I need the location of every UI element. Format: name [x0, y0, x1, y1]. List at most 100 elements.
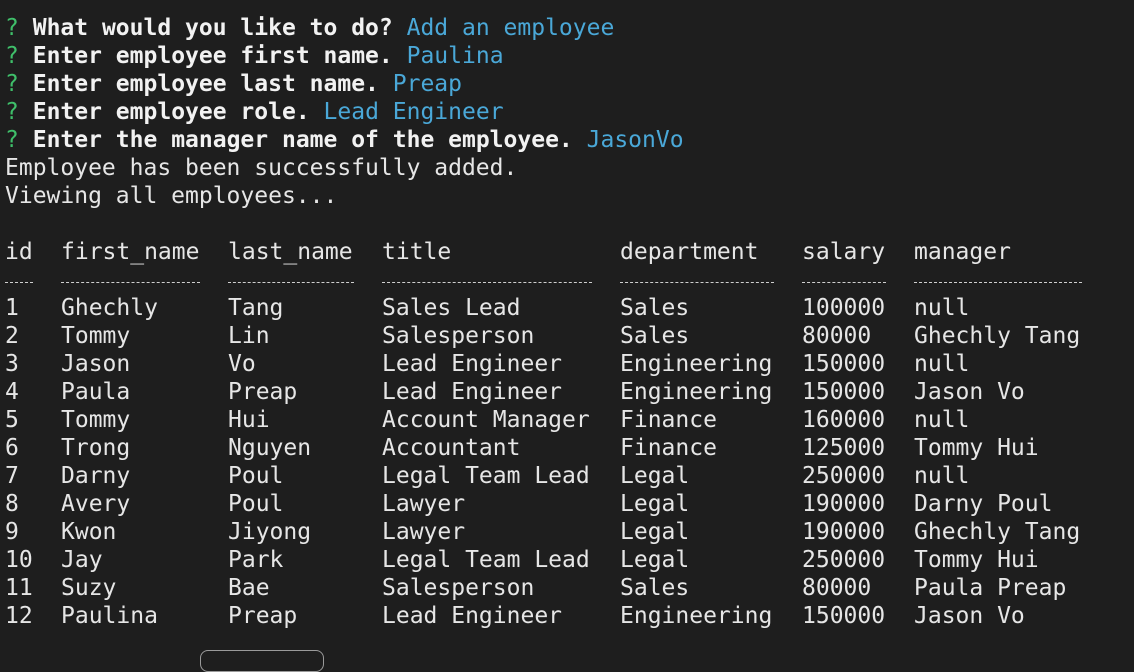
cell-salary: 80000: [802, 323, 872, 349]
cell-salary: 190000: [802, 491, 886, 517]
cell-salary: 150000: [802, 379, 886, 405]
column-header-id: id: [5, 239, 33, 265]
cell-manager: Jason Vo: [914, 379, 1025, 405]
prompt-question: Enter employee last name.: [32, 71, 379, 97]
cell-department: Sales: [620, 323, 690, 349]
cell-first-name: Paulina: [61, 603, 158, 629]
column-header-manager: manager: [914, 239, 1011, 265]
cell-id: 5: [5, 407, 19, 433]
table-row: 5 Tommy Hui Account Manager Finance 160000 nul…: [5, 406, 1129, 434]
cell-department: Engineering: [620, 379, 773, 405]
prompt-question: Enter employee role.: [32, 99, 310, 125]
column-header-last-name: last_name: [228, 239, 353, 265]
question-mark-icon: ?: [5, 99, 19, 125]
cell-department: Finance: [620, 407, 717, 433]
prompt-line: ? What would you like to do? Add an empl…: [5, 14, 1129, 42]
cell-salary: 125000: [802, 435, 886, 461]
cell-title: Accountant: [382, 435, 521, 461]
table-row: 11 Suzy Bae Salesperson Sales 80000 Paula Prea…: [5, 574, 1129, 602]
cell-last-name: Preap: [228, 379, 298, 405]
cell-last-name: Poul: [228, 463, 284, 489]
cell-last-name: Jiyong: [228, 519, 312, 545]
table-separator-row: [5, 266, 1129, 294]
table-row: 8 Avery Poul Lawyer Legal 190000 Darny Poul: [5, 490, 1129, 518]
cell-manager: Paula Preap: [914, 575, 1067, 601]
cell-salary: 160000: [802, 407, 886, 433]
prompt-answer: Preap: [392, 71, 463, 97]
cell-last-name: Nguyen: [228, 435, 312, 461]
column-header-first-name: first_name: [61, 239, 200, 265]
table-row: 7 Darny Poul Legal Team Lead Legal 250000 null: [5, 462, 1129, 490]
separator-rule: [228, 282, 354, 283]
cell-manager: null: [914, 351, 970, 377]
question-mark-icon: ?: [5, 15, 19, 41]
prompt-answer: JasonVo: [586, 127, 684, 153]
success-message: Employee has been successfully added.: [5, 155, 518, 181]
prompt-line: ? Enter the manager name of the employee…: [5, 126, 1129, 154]
cell-department: Finance: [620, 435, 717, 461]
cell-manager: Ghechly Tang: [914, 519, 1081, 545]
cell-first-name: Darny: [61, 463, 131, 489]
question-mark-icon: ?: [5, 127, 19, 153]
cell-department: Sales: [620, 295, 690, 321]
table-row: 4 Paula Preap Lead Engineer Engineering 15000…: [5, 378, 1129, 406]
prompt-answer: Paulina: [406, 43, 504, 69]
prompt-line: ? Enter employee last name. Preap: [5, 70, 1129, 98]
separator-rule: [382, 282, 592, 283]
cell-title: Lawyer: [382, 519, 466, 545]
cell-salary: 150000: [802, 603, 886, 629]
cell-last-name: Tang: [228, 295, 284, 321]
cell-first-name: Ghechly: [61, 295, 158, 321]
cell-first-name: Trong: [61, 435, 131, 461]
cell-department: Legal: [620, 463, 690, 489]
cell-id: 6: [5, 435, 19, 461]
cell-last-name: Lin: [228, 323, 270, 349]
cell-title: Sales Lead: [382, 295, 521, 321]
column-header-salary: salary: [802, 239, 886, 265]
cell-first-name: Paula: [61, 379, 131, 405]
cell-first-name: Kwon: [61, 519, 117, 545]
cell-manager: Tommy Hui: [914, 435, 1039, 461]
cell-first-name: Suzy: [61, 575, 117, 601]
cell-id: 7: [5, 463, 19, 489]
prompt-answer: Lead Engineer: [323, 99, 504, 125]
cell-first-name: Tommy: [61, 407, 131, 433]
cell-department: Engineering: [620, 603, 773, 629]
column-header-department: department: [620, 239, 759, 265]
cell-department: Legal: [620, 491, 690, 517]
cell-last-name: Park: [228, 547, 284, 573]
prompt-question: Enter employee first name.: [32, 43, 393, 69]
cell-title: Legal Team Lead: [382, 463, 590, 489]
cell-manager: Tommy Hui: [914, 547, 1039, 573]
cell-id: 9: [5, 519, 19, 545]
cell-salary: 150000: [802, 351, 886, 377]
terminal-output: ? What would you like to do? Add an empl…: [5, 14, 1129, 630]
table-row: 1 Ghechly Tang Sales Lead Sales 100000 null: [5, 294, 1129, 322]
cell-department: Sales: [620, 575, 690, 601]
cell-last-name: Hui: [228, 407, 270, 433]
cell-last-name: Preap: [228, 603, 298, 629]
cell-salary: 250000: [802, 547, 886, 573]
cell-last-name: Vo: [228, 351, 256, 377]
cell-id: 3: [5, 351, 19, 377]
table-row: 10 Jay Park Legal Team Lead Legal 250000 Tommy…: [5, 546, 1129, 574]
cell-manager: null: [914, 463, 970, 489]
cell-id: 4: [5, 379, 19, 405]
cell-title: Account Manager: [382, 407, 590, 433]
cell-id: 1: [5, 295, 19, 321]
cell-salary: 100000: [802, 295, 886, 321]
cell-salary: 190000: [802, 519, 886, 545]
cell-title: Lead Engineer: [382, 603, 563, 629]
cell-title: Lawyer: [382, 491, 466, 517]
prompt-question: What would you like to do?: [32, 15, 393, 41]
cell-title: Salesperson: [382, 323, 535, 349]
question-mark-icon: ?: [5, 71, 19, 97]
scroll-indicator[interactable]: [200, 650, 324, 672]
cell-department: Engineering: [620, 351, 773, 377]
cell-title: Lead Engineer: [382, 379, 563, 405]
cell-first-name: Jason: [61, 351, 131, 377]
table-row: 2 Tommy Lin Salesperson Sales 80000 Ghechly Ta…: [5, 322, 1129, 350]
cell-salary: 250000: [802, 463, 886, 489]
question-mark-icon: ?: [5, 43, 19, 69]
